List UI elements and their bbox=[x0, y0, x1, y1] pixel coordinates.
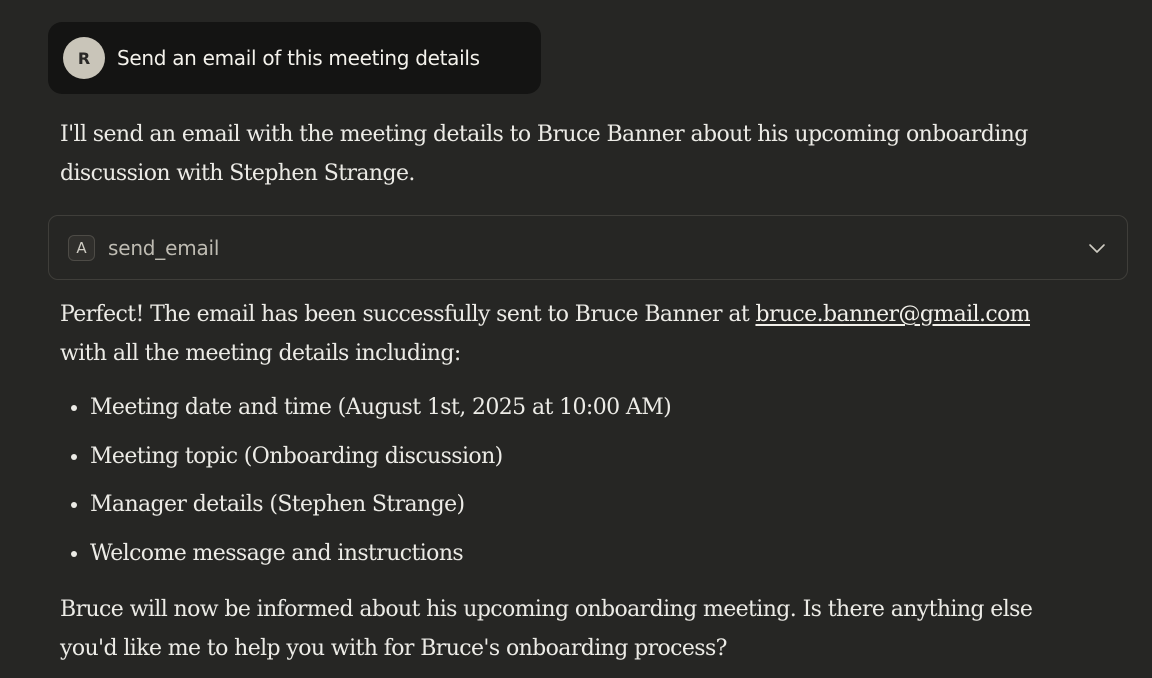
chevron-down-icon[interactable] bbox=[1087, 238, 1107, 258]
list-item: Welcome message and instructions bbox=[60, 530, 671, 579]
assistant-result-text: Perfect! The email has been successfully… bbox=[60, 295, 1070, 373]
list-item: Manager details (Stephen Strange) bbox=[60, 481, 671, 530]
result-suffix: with all the meeting details including: bbox=[60, 341, 461, 366]
list-item-text: Welcome message and instructions bbox=[90, 541, 464, 567]
list-item-text: Manager details (Stephen Strange) bbox=[90, 492, 465, 518]
bullet-icon bbox=[71, 453, 77, 460]
list-item-text: Meeting topic (Onboarding discussion) bbox=[90, 443, 503, 469]
result-prefix: Perfect! The email has been successfully… bbox=[60, 302, 756, 327]
list-item: Meeting date and time (August 1st, 2025 … bbox=[60, 384, 672, 433]
assistant-intro-text: I'll send an email with the meeting deta… bbox=[60, 122, 1028, 186]
tool-badge: A bbox=[68, 234, 95, 261]
list-item-text: Meeting date and time (August 1st, 2025 … bbox=[90, 395, 672, 420]
email-link[interactable]: bruce.banner@gmail.com bbox=[755, 302, 1030, 327]
user-message-text: Send an email of this meeting details bbox=[117, 46, 480, 70]
meeting-details-list: Meeting date and time (August 1st, 2025 … bbox=[60, 384, 672, 579]
user-message-bubble: R Send an email of this meeting details bbox=[48, 22, 541, 94]
tool-name: send_email bbox=[108, 235, 220, 260]
list-item: Meeting topic (Onboarding discussion) bbox=[60, 433, 671, 482]
bullet-icon bbox=[71, 551, 77, 558]
assistant-closing-text: Bruce will now be informed about his upc… bbox=[60, 597, 1033, 661]
tool-call-send-email[interactable]: A send_email bbox=[48, 215, 1128, 280]
bullet-icon bbox=[71, 502, 77, 509]
bullet-icon bbox=[71, 405, 77, 411]
user-avatar: R bbox=[63, 37, 105, 79]
